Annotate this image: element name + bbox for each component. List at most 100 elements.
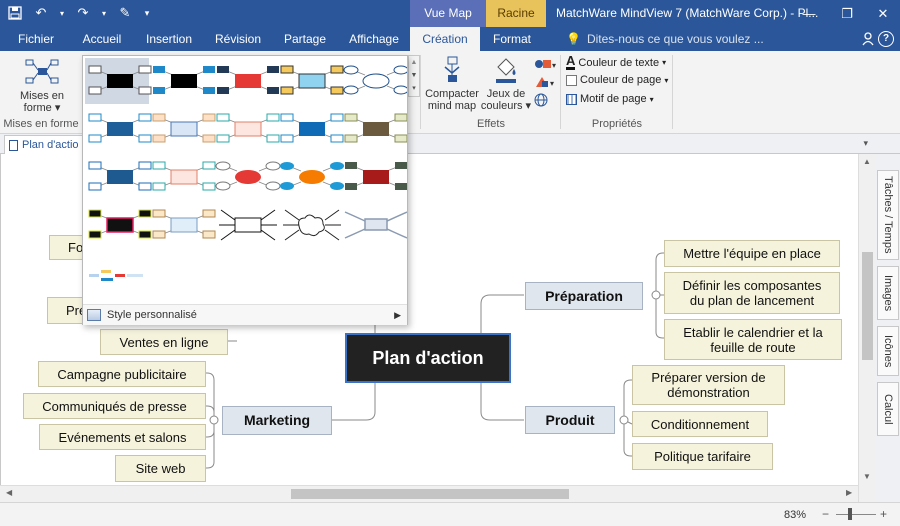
map-node-leaf[interactable]: Campagne publicitaire — [38, 361, 206, 387]
tab-affichage[interactable]: Affichage — [342, 27, 406, 51]
scroll-up-icon[interactable]: ▲ — [863, 157, 871, 166]
status-bar: 83% − + — [0, 502, 900, 526]
dropdown-arrow-icon[interactable]: ▾ — [100, 4, 108, 22]
tab-accueil[interactable]: Accueil — [74, 27, 130, 51]
map-node-leaf[interactable]: Pré — [47, 297, 87, 324]
tell-me-placeholder: Dites-nous ce que vous voulez ... — [586, 32, 764, 46]
map-node-leaf[interactable]: Etablir le calendrier et la feuille de r… — [664, 319, 842, 360]
redo-icon[interactable]: ↷ — [74, 4, 92, 22]
separator — [672, 55, 673, 129]
couleur-page-button[interactable]: Couleur de page ▾ — [566, 74, 668, 86]
scroll-down-icon[interactable]: ▼ — [863, 472, 871, 481]
map-branch-preparation[interactable]: Préparation — [525, 282, 643, 310]
gallery-scroll[interactable]: ▲ ▼ ▾ — [408, 55, 420, 97]
side-tab-taches[interactable]: Tâches / Temps — [877, 170, 899, 260]
chevron-down-icon: ▾ — [662, 58, 667, 67]
couleur-page-label: Couleur de page — [580, 74, 662, 86]
compacter-button[interactable]: Compacter mind map — [424, 55, 480, 112]
compacter-label-2: mind map — [427, 100, 477, 112]
expand-gallery-icon[interactable]: ▾ — [409, 82, 419, 95]
restore-button[interactable]: ❐ — [828, 0, 866, 27]
tab-format[interactable]: Format — [486, 27, 538, 51]
map-node-leaf[interactable]: Site web — [115, 455, 206, 482]
map-node-leaf[interactable]: Mettre l'équipe en place — [664, 240, 840, 267]
shape-style-icon[interactable]: ▾ — [534, 75, 556, 89]
tab-insertion[interactable]: Insertion — [140, 27, 198, 51]
tab-partage[interactable]: Partage — [278, 27, 332, 51]
share-user-icon[interactable] — [862, 32, 874, 46]
map-root-node[interactable]: Plan d'action — [345, 333, 511, 383]
zoom-level: 83% — [784, 509, 807, 521]
compacter-label-1: Compacter — [425, 88, 479, 100]
close-button[interactable]: ✕ — [864, 0, 900, 27]
custom-style-item[interactable]: Style personnalisé ▶ — [83, 304, 407, 325]
tell-me-search[interactable]: 💡 Dites-nous ce que vous voulez ... — [566, 27, 764, 51]
chevron-down-icon: ▾ — [649, 94, 654, 104]
custom-style-icon — [87, 309, 101, 321]
map-node-leaf[interactable]: Définir les composantes du plan de lance… — [664, 272, 840, 314]
scroll-right-icon[interactable]: ▶ — [846, 488, 852, 497]
map-node-leaf[interactable]: Préparer version de démonstration — [632, 365, 785, 405]
compact-map-icon — [444, 56, 460, 82]
minimize-button[interactable]: — — [790, 0, 828, 27]
globe-icon[interactable] — [534, 93, 550, 107]
document-tab-plan[interactable]: Plan d'actio — [4, 135, 86, 154]
map-branch-marketing[interactable]: Marketing — [222, 406, 332, 435]
tab-list-dropdown-icon[interactable]: ▾ — [863, 138, 868, 149]
couleur-texte-label: Couleur de texte — [578, 56, 660, 69]
customize-qat-icon[interactable]: ▾ — [142, 4, 152, 22]
layout-icon — [25, 59, 59, 84]
mises-label-2: forme ▾ — [23, 102, 61, 114]
jeux-label-2: couleurs ▾ — [480, 100, 532, 112]
vertical-scrollbar[interactable]: ▲ ▼ — [858, 154, 876, 502]
map-node-leaf[interactable]: Conditionnement — [632, 411, 768, 437]
separator — [560, 55, 561, 129]
side-tab-images[interactable]: Images — [877, 266, 899, 320]
zoom-in-button[interactable]: + — [880, 507, 887, 521]
save-icon[interactable] — [6, 4, 24, 22]
horizontal-scrollbar[interactable]: ◀ ▶ — [0, 485, 858, 502]
jeux-couleurs-button[interactable]: Jeux de couleurs ▾ — [480, 55, 532, 112]
mises-en-forme-button[interactable]: Mises en forme ▾ — [10, 57, 74, 114]
motif-page-label: Motif de page — [580, 93, 647, 105]
window-title: MatchWare MindView 7 (MatchWare Corp.) -… — [556, 6, 819, 20]
map-node-leaf[interactable]: Communiqués de presse — [23, 393, 206, 419]
tab-revision[interactable]: Révision — [208, 27, 268, 51]
group-label-proprietes: Propriétés — [591, 118, 643, 130]
chevron-down-icon: ▾ — [664, 75, 669, 85]
paint-bucket-icon — [496, 58, 516, 83]
shape-colors-icon[interactable]: ▾ — [534, 57, 556, 71]
map-branch-produit[interactable]: Produit — [525, 406, 615, 434]
jeux-label-1: Jeux de — [486, 88, 526, 100]
lightbulb-icon: 💡 — [566, 32, 581, 46]
page-color-icon — [566, 74, 577, 86]
scrollbar-thumb[interactable] — [291, 489, 569, 499]
scrollbar-thumb[interactable] — [862, 252, 873, 360]
mises-label-1: Mises en — [19, 90, 65, 102]
zoom-out-button[interactable]: − — [822, 507, 829, 521]
dropdown-arrow-icon[interactable]: ▾ — [58, 4, 66, 22]
motif-page-button[interactable]: Motif de page ▾ — [566, 93, 654, 105]
map-node-leaf[interactable]: Politique tarifaire — [632, 443, 773, 470]
map-node-leaf[interactable]: Evénements et salons — [39, 424, 206, 450]
page-pattern-icon — [566, 93, 577, 105]
svg-text:▾: ▾ — [550, 79, 554, 88]
document-icon — [9, 139, 18, 151]
side-tab-icones[interactable]: Icônes — [877, 326, 899, 376]
side-tab-calcul[interactable]: Calcul — [877, 382, 899, 436]
help-icon[interactable]: ? — [878, 31, 894, 47]
undo-icon[interactable]: ↶ — [32, 4, 50, 22]
zoom-slider-thumb[interactable] — [848, 508, 852, 520]
ribbon-tabs: Fichier Accueil Insertion Révision Parta… — [0, 27, 900, 51]
tab-creation[interactable]: Création — [410, 27, 480, 51]
tab-fichier[interactable]: Fichier — [8, 27, 64, 51]
mindview-window: { "titlebar": { "title": "MatchWare Mind… — [0, 0, 900, 526]
scroll-down-icon[interactable]: ▼ — [409, 69, 419, 82]
scroll-left-icon[interactable]: ◀ — [6, 488, 12, 497]
map-node-leaf[interactable]: Ventes en ligne — [100, 329, 228, 355]
brush-icon[interactable]: ✎ — [116, 4, 134, 22]
zoom-slider[interactable] — [836, 508, 876, 520]
context-group-vue-map: Vue Map — [410, 0, 486, 27]
scroll-up-icon[interactable]: ▲ — [409, 56, 419, 69]
couleur-texte-button[interactable]: A Couleur de texte ▾ — [566, 54, 667, 70]
